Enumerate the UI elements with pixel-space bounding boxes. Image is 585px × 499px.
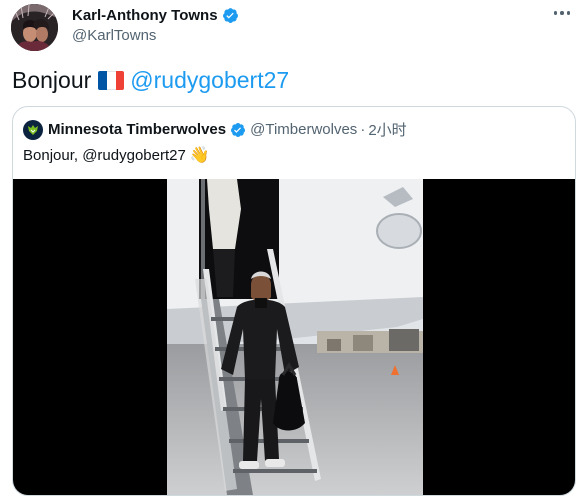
quoted-tweet-card[interactable]: Minnesota Timberwolves @Timberwolves · 2… xyxy=(12,106,576,496)
mention-link[interactable]: @rudygobert27 xyxy=(130,66,289,94)
author-display-name[interactable]: Karl-Anthony Towns xyxy=(72,6,218,25)
quoted-tweet-text: Bonjour, @rudygobert27 👋 xyxy=(23,145,210,165)
france-flag-icon xyxy=(98,70,125,90)
quoted-media[interactable] xyxy=(13,179,575,495)
quoted-author-handle[interactable]: @Timberwolves xyxy=(250,121,357,138)
meta-separator: · xyxy=(360,121,366,138)
quoted-timestamp[interactable]: 2小时 xyxy=(368,119,406,140)
quoted-text-body: Bonjour, @rudygobert27 xyxy=(23,146,186,164)
timberwolves-logo-icon[interactable] xyxy=(23,119,43,140)
waving-hand-emoji: 👋 xyxy=(189,147,210,164)
more-horizontal-icon xyxy=(553,11,558,15)
tweet-text-body: Bonjour xyxy=(12,67,92,93)
tweet-text: Bonjour @rudygobert27 xyxy=(12,66,289,94)
verified-badge-icon xyxy=(222,8,238,23)
profile-photo-icon xyxy=(11,4,58,51)
quoted-author-name[interactable]: Minnesota Timberwolves xyxy=(48,121,226,138)
verified-badge-icon xyxy=(231,122,246,137)
player-deplaning-photo xyxy=(167,179,423,495)
avatar[interactable] xyxy=(11,4,58,51)
author-handle[interactable]: @KarlTowns xyxy=(72,27,156,44)
more-options-button[interactable] xyxy=(551,6,573,20)
